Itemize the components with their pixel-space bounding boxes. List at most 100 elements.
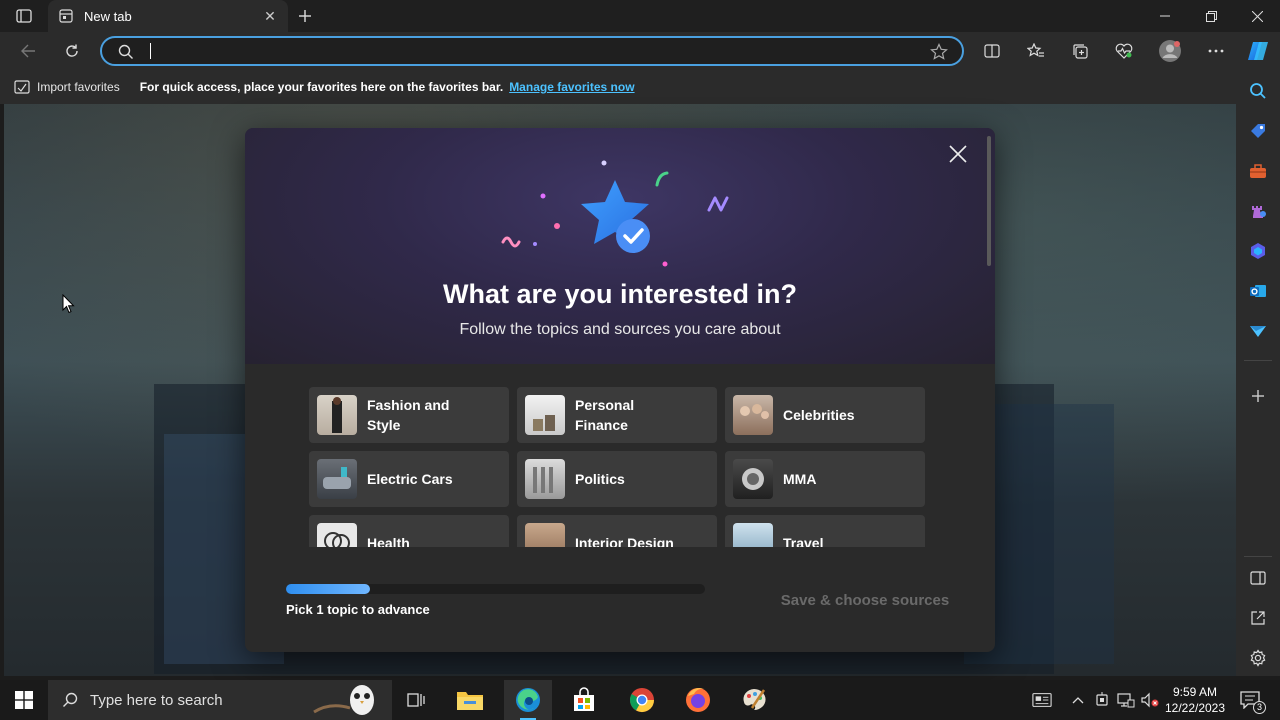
refresh-button[interactable] (58, 39, 86, 63)
copilot-icon[interactable] (1246, 239, 1270, 263)
title-bar: New tab ✕ (0, 0, 1280, 32)
topic-label: Fashion and Style (367, 397, 450, 433)
chess-icon[interactable] (1246, 199, 1270, 223)
progress-bar (286, 584, 705, 594)
edge-app[interactable] (504, 680, 552, 720)
dialog-title: What are you interested in? (442, 279, 798, 309)
import-favorites-label: Import favorites (37, 80, 120, 94)
close-tab-icon[interactable]: ✕ (262, 8, 278, 24)
topic-mma[interactable]: MMA (725, 451, 925, 507)
topic-thumbnail (525, 459, 565, 499)
edge-icon (516, 688, 540, 712)
settings-icon[interactable] (1246, 646, 1270, 670)
new-tab-button[interactable] (294, 6, 316, 26)
topics-grid: Fashion and Style Personal Finance Celeb… (309, 387, 929, 547)
notification-count-badge: 3 (1253, 701, 1266, 714)
topic-label: Health (367, 535, 410, 547)
star-check-illustration (501, 160, 729, 267)
firefox-app[interactable] (674, 680, 722, 720)
chevron-up-icon[interactable] (1068, 690, 1088, 710)
browser-essentials-button[interactable] (1110, 39, 1138, 63)
mouse-pointer-icon (62, 293, 76, 319)
topic-label: Celebrities (783, 407, 855, 423)
add-favorite-icon[interactable] (930, 43, 948, 66)
windows-taskbar: Type here to search 9:59 AM 12/22/2023 3 (0, 680, 1280, 720)
dialog-subtitle: Follow the topics and sources you care a… (459, 321, 781, 338)
topic-thumbnail (733, 395, 773, 435)
tag-icon[interactable] (1246, 119, 1270, 143)
profile-avatar[interactable] (1156, 39, 1184, 63)
dialog-scrollbar[interactable] (987, 136, 991, 266)
restore-button[interactable] (1188, 0, 1234, 32)
chrome-icon (629, 688, 654, 713)
favorites-bar-message: For quick access, place your favorites h… (139, 80, 504, 94)
topic-electric-cars[interactable]: Electric Cars (309, 451, 509, 507)
more-menu-button[interactable] (1202, 39, 1230, 63)
add-icon[interactable] (1246, 384, 1270, 408)
topic-thumbnail (317, 459, 357, 499)
topic-label: Politics (575, 471, 625, 487)
topic-thumbnail (733, 459, 773, 499)
manage-favorites-link[interactable]: Manage favorites now (509, 80, 634, 94)
owl-highlight-icon (313, 685, 374, 715)
topic-politics[interactable]: Politics (517, 451, 717, 507)
topic-personal-finance[interactable]: Personal Finance (517, 387, 717, 443)
topic-thumbnail (525, 395, 565, 435)
copilot-icon[interactable] (1244, 39, 1272, 63)
split-screen-button[interactable] (978, 39, 1006, 63)
sidebar-divider (1244, 556, 1272, 557)
start-button[interactable] (0, 680, 48, 720)
taskbar-search-box[interactable]: Type here to search (48, 680, 392, 720)
search-icon (63, 692, 78, 707)
sidebar-toggle-icon[interactable] (1246, 566, 1270, 590)
file-explorer-app[interactable] (446, 680, 494, 720)
toolbox-icon[interactable] (1246, 159, 1270, 183)
progress-label: Pick 1 topic to advance (286, 602, 430, 617)
clock-date: 12/22/2023 (1164, 701, 1226, 715)
back-button[interactable] (14, 39, 42, 63)
chrome-app[interactable] (618, 680, 666, 720)
topic-thumbnail (525, 523, 565, 547)
taskbar-clock[interactable]: 9:59 AM 12/22/2023 (1160, 684, 1230, 716)
task-view-button[interactable] (392, 680, 440, 720)
notifications-button[interactable]: 3 (1238, 690, 1266, 714)
favorites-bar: Import favorites For quick access, place… (0, 70, 1236, 104)
address-input[interactable] (154, 41, 914, 61)
topic-travel[interactable]: Travel (725, 515, 925, 547)
import-favorites-button[interactable]: Import favorites (14, 80, 120, 94)
address-bar[interactable] (100, 36, 964, 66)
save-choose-sources-button[interactable]: Save & choose sources (767, 586, 963, 614)
firefox-icon (686, 688, 710, 712)
close-dialog-button[interactable] (945, 141, 971, 167)
favorites-button[interactable] (1022, 39, 1050, 63)
volume-muted-icon[interactable] (1140, 690, 1160, 710)
outlook-icon[interactable] (1246, 279, 1270, 303)
topic-health[interactable]: Health (309, 515, 509, 547)
device-icon[interactable] (1092, 690, 1112, 710)
close-icon (949, 145, 967, 163)
topic-celebrities[interactable]: Celebrities (725, 387, 925, 443)
interests-dialog: What are you interested in? Follow the t… (245, 128, 995, 652)
topic-label: Electric Cars (367, 471, 453, 487)
topic-interior-design[interactable]: Interior Design (517, 515, 717, 547)
tab-title: New tab (84, 8, 132, 24)
minimize-button[interactable] (1142, 0, 1188, 32)
search-icon[interactable] (1246, 79, 1270, 103)
external-link-icon[interactable] (1246, 606, 1270, 630)
news-widget-icon[interactable] (1032, 690, 1052, 710)
topic-label: MMA (783, 471, 817, 487)
sidebar-divider (1244, 360, 1272, 361)
tab-actions-icon[interactable] (12, 7, 36, 25)
send-icon[interactable] (1246, 319, 1270, 343)
topic-fashion-and-style[interactable]: Fashion and Style (309, 387, 509, 443)
text-cursor (150, 43, 151, 59)
close-window-button[interactable] (1234, 0, 1280, 32)
collections-button[interactable] (1066, 39, 1094, 63)
import-favorites-icon (14, 80, 30, 94)
tab-new-tab[interactable]: New tab ✕ (48, 0, 288, 32)
topic-label: Personal Finance (575, 397, 635, 433)
microsoft-store-app[interactable] (560, 680, 608, 720)
edge-sidebar (1236, 70, 1280, 676)
network-icon[interactable] (1116, 690, 1136, 710)
paint-app[interactable] (730, 680, 778, 720)
